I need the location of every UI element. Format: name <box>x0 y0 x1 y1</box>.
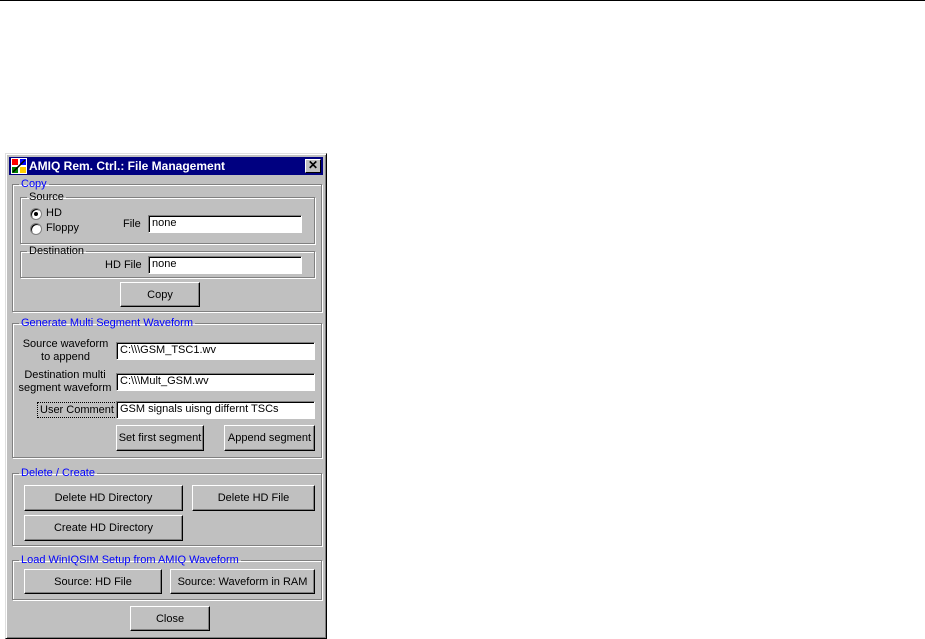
close-window-button[interactable]: ✕ <box>305 159 321 173</box>
set-first-segment-button[interactable]: Set first segment <box>116 425 204 451</box>
create-hd-directory-label: Create HD Directory <box>53 522 154 534</box>
delete-hd-file-button[interactable]: Delete HD File <box>192 485 315 511</box>
user-comment-label[interactable]: User Comment <box>37 402 117 418</box>
window-title: AMIQ Rem. Ctrl.: File Management <box>29 159 226 173</box>
set-first-segment-label: Set first segment <box>118 432 202 444</box>
user-comment-field[interactable]: GSM signals uisng differnt TSCs <box>116 401 315 419</box>
close-button[interactable]: Close <box>130 606 210 631</box>
copy-button[interactable]: Copy <box>120 282 200 307</box>
source-waveform-ram-button[interactable]: Source: Waveform in RAM <box>170 569 315 594</box>
close-icon: ✕ <box>307 158 319 172</box>
radio-floppy-label[interactable]: Floppy <box>46 222 79 234</box>
source-hd-file-label: Source: HD File <box>54 575 132 588</box>
source-waveform-label-1: Source waveform <box>22 338 109 350</box>
append-segment-label: Append segment <box>227 432 312 444</box>
destination-waveform-label-1: Destination multi <box>24 369 106 381</box>
delete-hd-directory-button[interactable]: Delete HD Directory <box>24 485 183 511</box>
source-legend: Source <box>29 191 64 203</box>
radio-hd-label[interactable]: HD <box>46 207 62 219</box>
multi-segment-legend: Generate Multi Segment Waveform <box>21 317 193 329</box>
destination-waveform-field[interactable]: C:\\\Mult_GSM.wv <box>116 373 315 391</box>
load-setup-legend: Load WinIQSIM Setup from AMIQ Waveform <box>21 554 239 566</box>
file-label: File <box>123 218 141 230</box>
source-file-field[interactable]: none <box>148 215 302 233</box>
radio-selected-dot <box>34 212 38 216</box>
app-icon <box>11 158 27 174</box>
delete-hd-file-label: Delete HD File <box>217 492 290 504</box>
radio-floppy[interactable] <box>30 223 42 235</box>
copy-button-label: Copy <box>147 288 173 301</box>
file-management-dialog: AMIQ Rem. Ctrl.: File Management ✕ Copy … <box>5 153 327 639</box>
destination-legend: Destination <box>29 245 85 257</box>
destination-waveform-label-2: segment waveform <box>18 382 112 394</box>
copy-legend: Copy <box>21 178 47 190</box>
create-hd-directory-button[interactable]: Create HD Directory <box>24 515 183 541</box>
title-bar[interactable]: AMIQ Rem. Ctrl.: File Management ✕ <box>9 157 323 175</box>
delete-hd-directory-label: Delete HD Directory <box>54 492 153 504</box>
destination-hd-file-field[interactable]: none <box>148 256 302 274</box>
source-waveform-ram-label: Source: Waveform in RAM <box>177 575 308 588</box>
append-segment-button[interactable]: Append segment <box>224 425 315 451</box>
radio-hd[interactable] <box>30 208 42 220</box>
close-button-label: Close <box>155 612 185 625</box>
top-rule <box>0 0 925 1</box>
source-hd-file-button[interactable]: Source: HD File <box>24 569 162 594</box>
hd-file-label: HD File <box>105 259 142 271</box>
delete-create-legend: Delete / Create <box>21 467 95 479</box>
source-waveform-field[interactable]: C:\\\GSM_TSC1.wv <box>116 342 315 360</box>
source-waveform-label-2: to append <box>41 351 90 363</box>
